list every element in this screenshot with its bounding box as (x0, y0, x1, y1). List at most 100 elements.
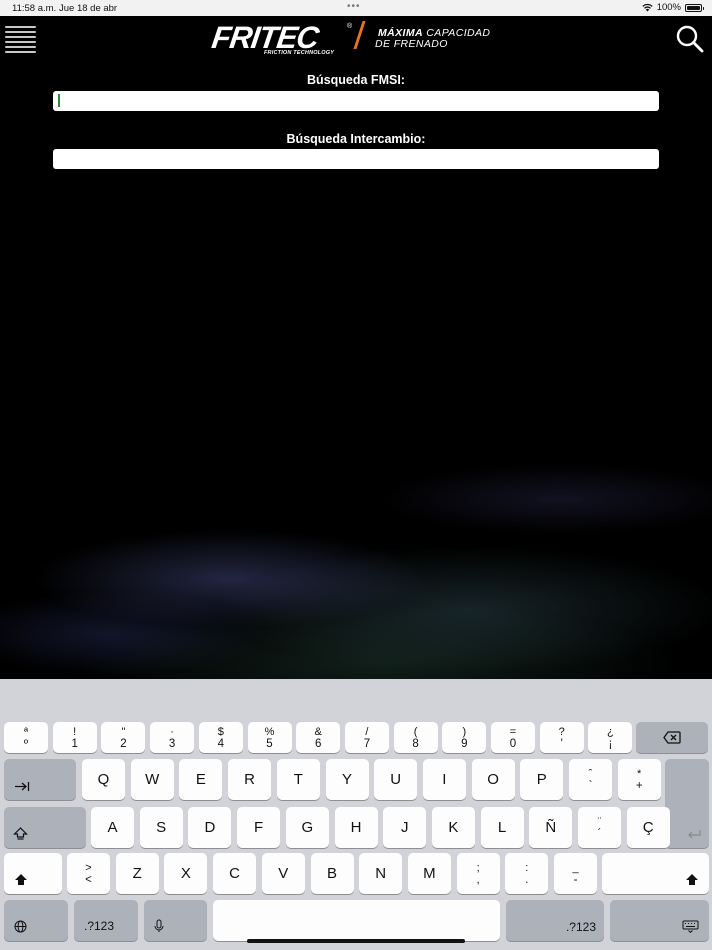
hide-keyboard-key[interactable] (610, 900, 709, 941)
keyboard-dismiss-icon (682, 920, 699, 933)
key-n[interactable]: N (359, 853, 403, 894)
home-indicator[interactable] (247, 939, 465, 943)
dictation-key[interactable] (144, 900, 207, 941)
shift-right-key[interactable] (602, 853, 709, 894)
shift-icon (686, 874, 698, 885)
tab-key[interactable] (4, 759, 76, 800)
key-b[interactable]: B (310, 853, 354, 894)
key-6[interactable]: & 6 (296, 722, 341, 753)
fmsi-search-label: Búsqueda FMSI: (307, 73, 405, 87)
key-k[interactable]: K (431, 807, 475, 848)
fmsi-search-input[interactable] (53, 91, 659, 111)
key-c[interactable]: C (213, 853, 257, 894)
key-8-top: ( (413, 725, 418, 738)
key-t[interactable]: T (276, 759, 320, 800)
key-r-label: R (244, 771, 256, 788)
key-º-bottom: º (23, 737, 29, 750)
key-ñ-label: Ñ (545, 819, 557, 836)
key-7[interactable]: /7 (344, 722, 389, 753)
key-w-label: W (145, 771, 160, 788)
key-5-bottom: 5 (266, 737, 273, 750)
key-z[interactable]: Z (115, 853, 159, 894)
key-e[interactable]: E (179, 759, 223, 800)
numbers-key-left[interactable]: .?123 (74, 900, 138, 941)
key-8-bottom: 8 (412, 737, 419, 750)
key-m[interactable]: M (407, 853, 451, 894)
key-f[interactable]: F (237, 807, 281, 848)
key-,-top: ; (476, 861, 480, 874)
key-<-bottom: < (85, 873, 92, 886)
key-1[interactable]: ! 1 (52, 722, 97, 753)
key-6-top: & (314, 725, 322, 738)
search-icon[interactable] (676, 25, 704, 53)
key-s[interactable]: S (139, 807, 183, 848)
microphone-icon (154, 919, 164, 932)
key-y-label: Y (341, 771, 352, 788)
key-g[interactable]: G (285, 807, 329, 848)
key-d[interactable]: D (188, 807, 232, 848)
key-o[interactable]: O (471, 759, 515, 800)
multitasking-dots-icon[interactable]: ••• (347, 2, 361, 12)
key-8[interactable]: (8 (393, 722, 438, 753)
key-,[interactable]: ;, (456, 853, 500, 894)
key-9-top: ) (462, 725, 467, 738)
key-j[interactable]: J (383, 807, 427, 848)
key-1-top: ! (73, 725, 77, 738)
key-7-bottom: 7 (363, 737, 371, 750)
delete-key[interactable] (636, 722, 708, 753)
key-º[interactable]: ªº (4, 722, 48, 753)
key-0[interactable]: = 0 (491, 722, 535, 753)
key-h[interactable]: H (334, 807, 378, 848)
key-w[interactable]: W (130, 759, 174, 800)
key-r[interactable]: R (228, 759, 272, 800)
key-j-label: J (400, 819, 409, 836)
key-`[interactable]: ˆ ` (569, 759, 612, 800)
key-y[interactable]: Y (325, 759, 369, 800)
numbers-key-right[interactable]: .?123 (506, 900, 604, 941)
key-i[interactable]: I (422, 759, 466, 800)
key-.[interactable]: :. (505, 853, 549, 894)
key-s-label: S (156, 819, 167, 836)
key-h-label: H (350, 819, 362, 836)
key-u[interactable]: U (374, 759, 418, 800)
key-ç[interactable]: Ç (626, 807, 670, 848)
exchange-search-input[interactable] (53, 149, 659, 169)
key-2[interactable]: " 2 (101, 722, 146, 753)
key-t-label: T (293, 771, 303, 788)
key-l[interactable]: L (480, 807, 524, 848)
onscreen-keyboard: ª º! 1 " 2 · 3 $4% 5 & 6/7(8) 9 = 0? ' ¿ ¡ Q W E R T Y U I O P ˆ ` *… (0, 679, 712, 950)
key-ñ[interactable]: Ñ (529, 807, 573, 848)
key-a[interactable]: A (91, 807, 134, 848)
key-¡-top: ¿ (607, 725, 614, 738)
hamburger-menu-icon[interactable] (5, 26, 36, 53)
key-<[interactable]: > < (67, 853, 110, 894)
key-3[interactable]: · 3 (150, 722, 195, 753)
space-key[interactable] (213, 900, 500, 941)
key-+[interactable]: * + (617, 759, 661, 800)
key-x[interactable]: X (164, 853, 208, 894)
key-5-top: % (264, 725, 275, 738)
key-q[interactable]: Q (82, 759, 125, 800)
logo-subtitle: FRICTION TECHNOLOGY (264, 50, 335, 56)
return-key[interactable] (665, 759, 709, 848)
key-9[interactable]: ) 9 (442, 722, 487, 753)
key-¡[interactable]: ¿ ¡ (588, 722, 633, 753)
key-4[interactable]: $4 (198, 722, 243, 753)
globe-key[interactable] (4, 900, 68, 941)
key---bottom: - (573, 873, 578, 886)
key-p[interactable]: P (520, 759, 564, 800)
key-´[interactable]: ¨ ´ (578, 807, 621, 848)
logo-registered-mark: ® (347, 23, 353, 30)
key-'[interactable]: ? ' (539, 722, 584, 753)
key--[interactable]: _ - (554, 853, 597, 894)
caps-lock-key[interactable] (4, 807, 86, 848)
shift-left-key[interactable] (4, 853, 62, 894)
key-n-label: N (375, 865, 387, 882)
key-3-top: · (170, 725, 174, 738)
key-5[interactable]: % 5 (247, 722, 292, 753)
key-´-bottom: ´ (597, 827, 602, 840)
key-0-bottom: 0 (509, 737, 517, 750)
key-2-bottom: 2 (120, 737, 127, 750)
key-v[interactable]: V (261, 853, 305, 894)
key-x-label: X (180, 865, 191, 882)
